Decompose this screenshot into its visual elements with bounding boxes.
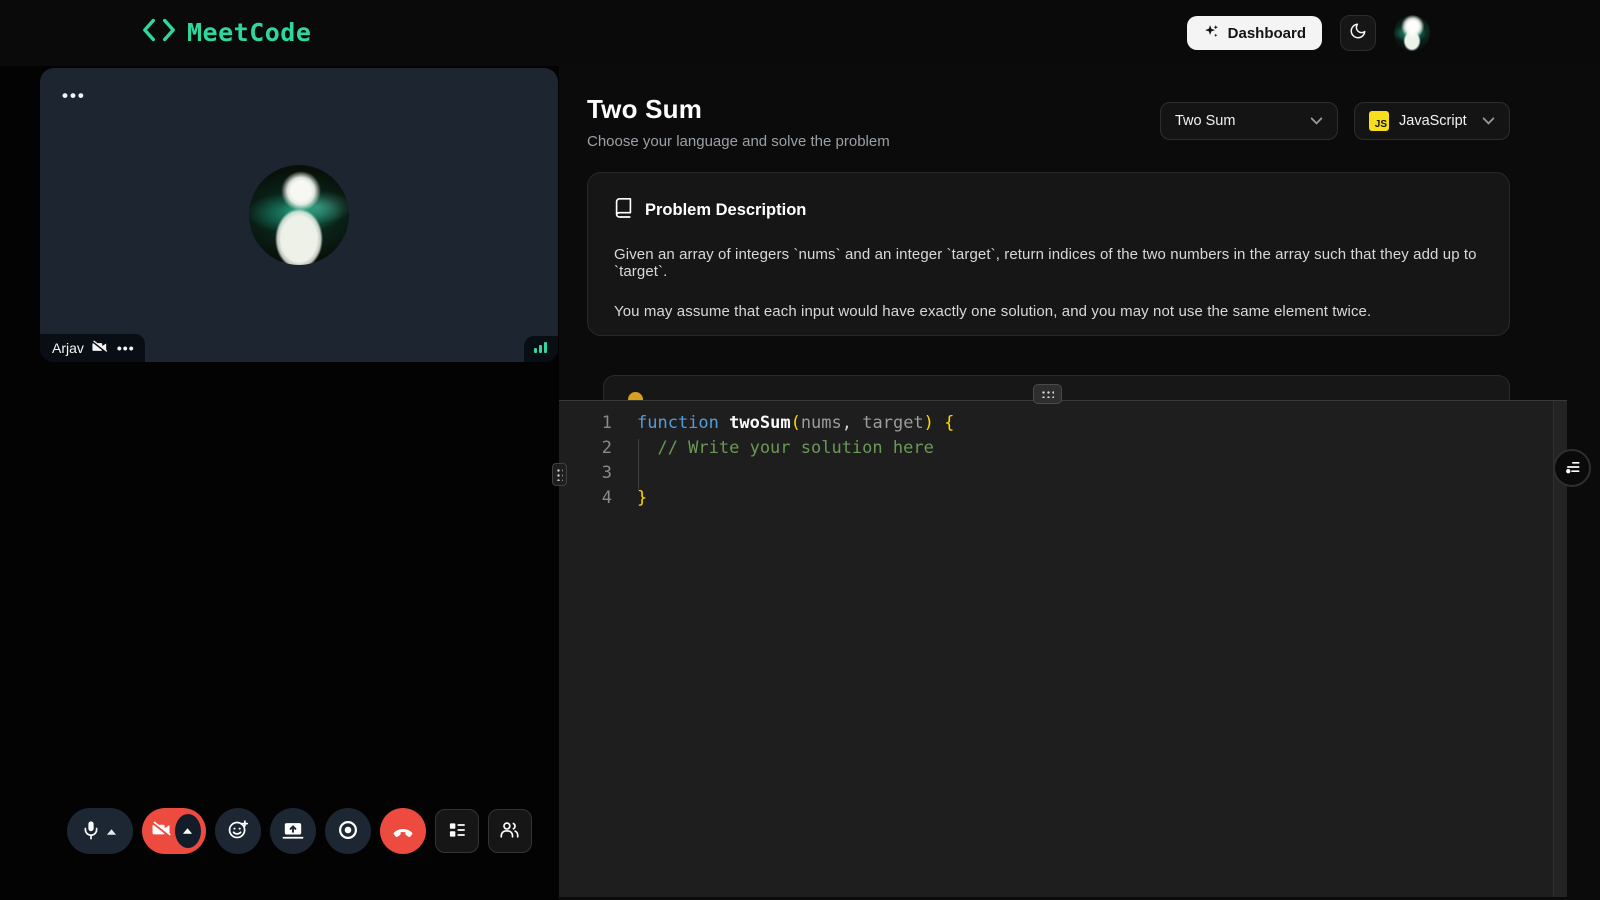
problem-description-title: Problem Description	[645, 201, 806, 220]
dashboard-label: Dashboard	[1228, 25, 1306, 42]
tune-filter-icon	[1562, 457, 1582, 480]
header-actions: Dashboard	[1187, 15, 1430, 51]
tile-more-options-icon[interactable]: •••	[62, 86, 86, 106]
screen-share-icon	[282, 820, 304, 843]
header: MeetCode Dashboard	[0, 0, 1600, 66]
mic-icon	[82, 820, 100, 843]
call-controls-bar	[40, 808, 558, 854]
code-icon	[141, 16, 177, 49]
reactions-button[interactable]	[215, 808, 261, 854]
chip-more-options-icon[interactable]: •••	[117, 340, 135, 356]
resize-dots-icon	[556, 468, 563, 481]
record-button[interactable]	[325, 808, 371, 854]
connection-quality-badge	[524, 336, 558, 362]
mic-options-caret-icon[interactable]	[106, 824, 117, 839]
app-title: MeetCode	[187, 18, 311, 47]
screen-share-button[interactable]	[270, 808, 316, 854]
emoji-reaction-icon	[227, 819, 249, 844]
participant-name-chip: Arjav •••	[40, 334, 145, 362]
problem-select[interactable]: Two Sum	[1160, 102, 1338, 140]
hang-up-button[interactable]	[380, 808, 426, 854]
code-editor-surface[interactable]: 1234 function twoSum(nums, target) { // …	[559, 401, 1567, 897]
theme-toggle-button[interactable]	[1340, 15, 1376, 51]
app-logo: MeetCode	[141, 16, 311, 49]
javascript-icon: JS	[1369, 111, 1389, 131]
participant-name: Arjav	[52, 340, 84, 356]
camera-off-icon	[92, 340, 109, 357]
layout-button[interactable]	[435, 809, 479, 853]
participant-video-tile: ••• Arjav •••	[40, 68, 558, 362]
language-select[interactable]: JS JavaScript	[1354, 102, 1510, 140]
problem-header: Two Sum Choose your language and solve t…	[587, 94, 890, 150]
participant-avatar	[249, 165, 349, 265]
drag-dots-icon	[1041, 390, 1054, 398]
problem-paragraph-1: Given an array of integers `nums` and an…	[614, 246, 1483, 280]
mic-button[interactable]	[67, 808, 133, 854]
editor-settings-button[interactable]	[1553, 449, 1591, 487]
problem-description-card: Problem Description Given an array of in…	[587, 172, 1510, 336]
code-content[interactable]: function twoSum(nums, target) { // Write…	[637, 411, 954, 511]
app-root: MeetCode Dashboard	[0, 0, 1600, 900]
moon-icon	[1349, 22, 1367, 45]
select-group: Two Sum JS JavaScript	[1160, 102, 1510, 140]
problem-subtitle: Choose your language and solve the probl…	[587, 133, 890, 150]
chevron-down-icon	[1482, 113, 1495, 129]
line-number-gutter: 1234	[559, 411, 612, 511]
layout-icon	[447, 820, 467, 843]
signal-bars-icon	[533, 340, 549, 358]
video-call-panel: ••• Arjav •••	[0, 66, 559, 900]
editor-drag-handle[interactable]	[1033, 384, 1062, 404]
camera-options-caret-icon[interactable]	[175, 814, 201, 848]
participants-icon	[499, 820, 520, 842]
record-icon	[337, 819, 359, 844]
participants-button[interactable]	[488, 809, 532, 853]
hang-up-icon	[391, 818, 415, 845]
problem-title: Two Sum	[587, 94, 890, 125]
camera-button[interactable]	[142, 808, 206, 854]
panel-resize-handle[interactable]	[552, 463, 567, 486]
user-avatar[interactable]	[1394, 15, 1430, 51]
dashboard-button[interactable]: Dashboard	[1187, 16, 1322, 50]
sparkles-icon	[1203, 23, 1220, 44]
problem-select-value: Two Sum	[1175, 113, 1300, 129]
problem-description-header: Problem Description	[614, 197, 1483, 223]
book-icon	[614, 197, 633, 223]
language-select-value: JavaScript	[1399, 113, 1472, 129]
problem-paragraph-2: You may assume that each input would hav…	[614, 303, 1483, 320]
code-editor[interactable]: 1234 function twoSum(nums, target) { // …	[559, 400, 1567, 897]
chevron-down-icon	[1310, 113, 1323, 129]
camera-off-icon	[152, 821, 173, 841]
